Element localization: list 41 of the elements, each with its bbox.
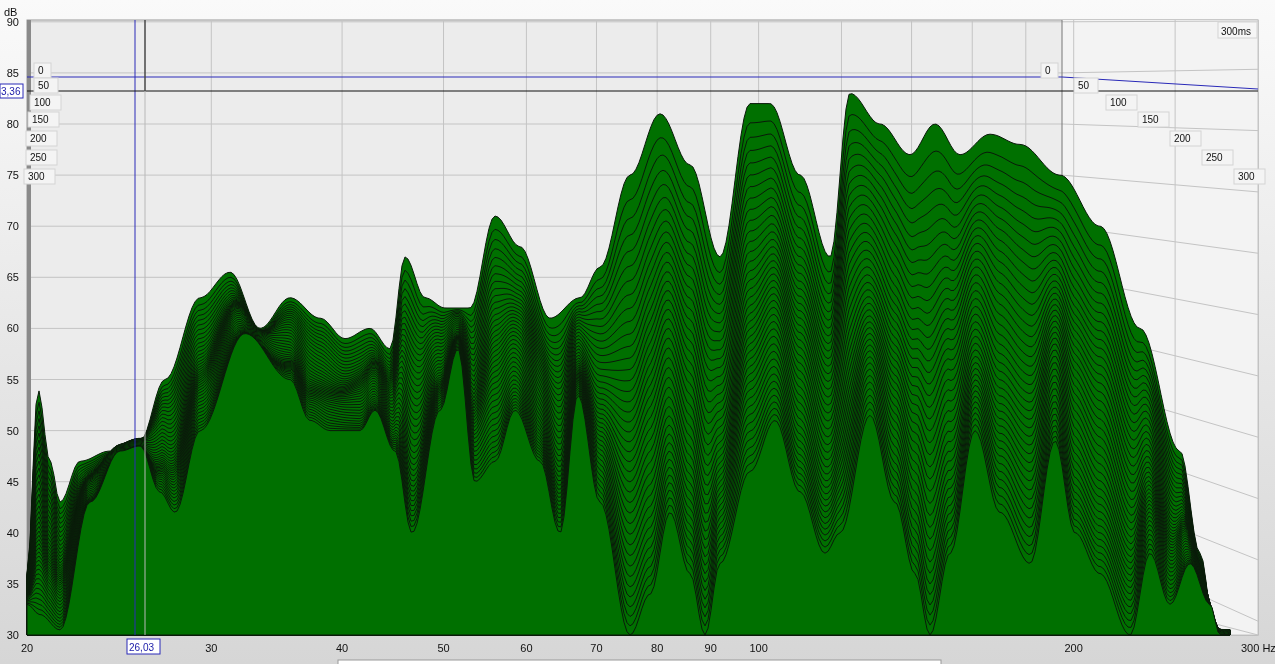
y-tick-label: 75 (6, 169, 19, 182)
y-tick-label: 60 (6, 322, 19, 335)
time-label: 150 (1137, 111, 1170, 128)
axis-unit: dB (4, 6, 18, 18)
y-tick-label: 80 (6, 118, 19, 130)
y-tick-label: 45 (6, 475, 19, 488)
x-tick-label: 30 (205, 642, 218, 654)
y-tick-label: 65 (6, 271, 19, 284)
x-tick-label: 70 (590, 642, 603, 654)
x-tick-label: 300 Hz (1241, 642, 1275, 654)
x-tick-label: 40 (335, 642, 349, 654)
x-tick-label: 50 (437, 642, 450, 654)
x-tick-label: 60 (520, 642, 533, 654)
time-label: 250 (25, 149, 58, 166)
time-label: 250 (1201, 149, 1234, 166)
time-label: 100 (1105, 94, 1138, 111)
x-tick-label: 20 (20, 642, 34, 654)
y-tick-label: 40 (6, 526, 19, 539)
y-tick-label: 55 (6, 373, 19, 386)
time-label: 200 (25, 130, 58, 147)
time-label: 300ms (1217, 21, 1258, 39)
y-tick-label: 50 (6, 424, 19, 437)
x-tick-label: 200 (1064, 642, 1083, 654)
y-tick-label: 70 (6, 220, 19, 233)
time-label: 300 (1233, 168, 1266, 185)
time-label: 150 (27, 111, 60, 128)
time-label: 50 (33, 77, 59, 94)
x-tick-label: 80 (651, 642, 664, 654)
y-tick-label: 85 (6, 66, 19, 79)
time-label: 0 (1040, 62, 1059, 79)
time-label: 50 (1073, 77, 1099, 94)
cursor-readout: 3,36 (0, 83, 24, 99)
y-tick-label: 90 (6, 15, 19, 28)
x-tick-label: 100 (749, 642, 768, 654)
cursor-readout: 26,03 (126, 638, 161, 655)
y-tick-label: 30 (6, 629, 19, 641)
x-tick-label: 90 (704, 642, 717, 654)
time-label: 100 (29, 94, 62, 111)
time-label: 200 (1169, 130, 1202, 147)
time-label: 300 (23, 168, 56, 185)
y-tick-label: 35 (6, 577, 19, 590)
